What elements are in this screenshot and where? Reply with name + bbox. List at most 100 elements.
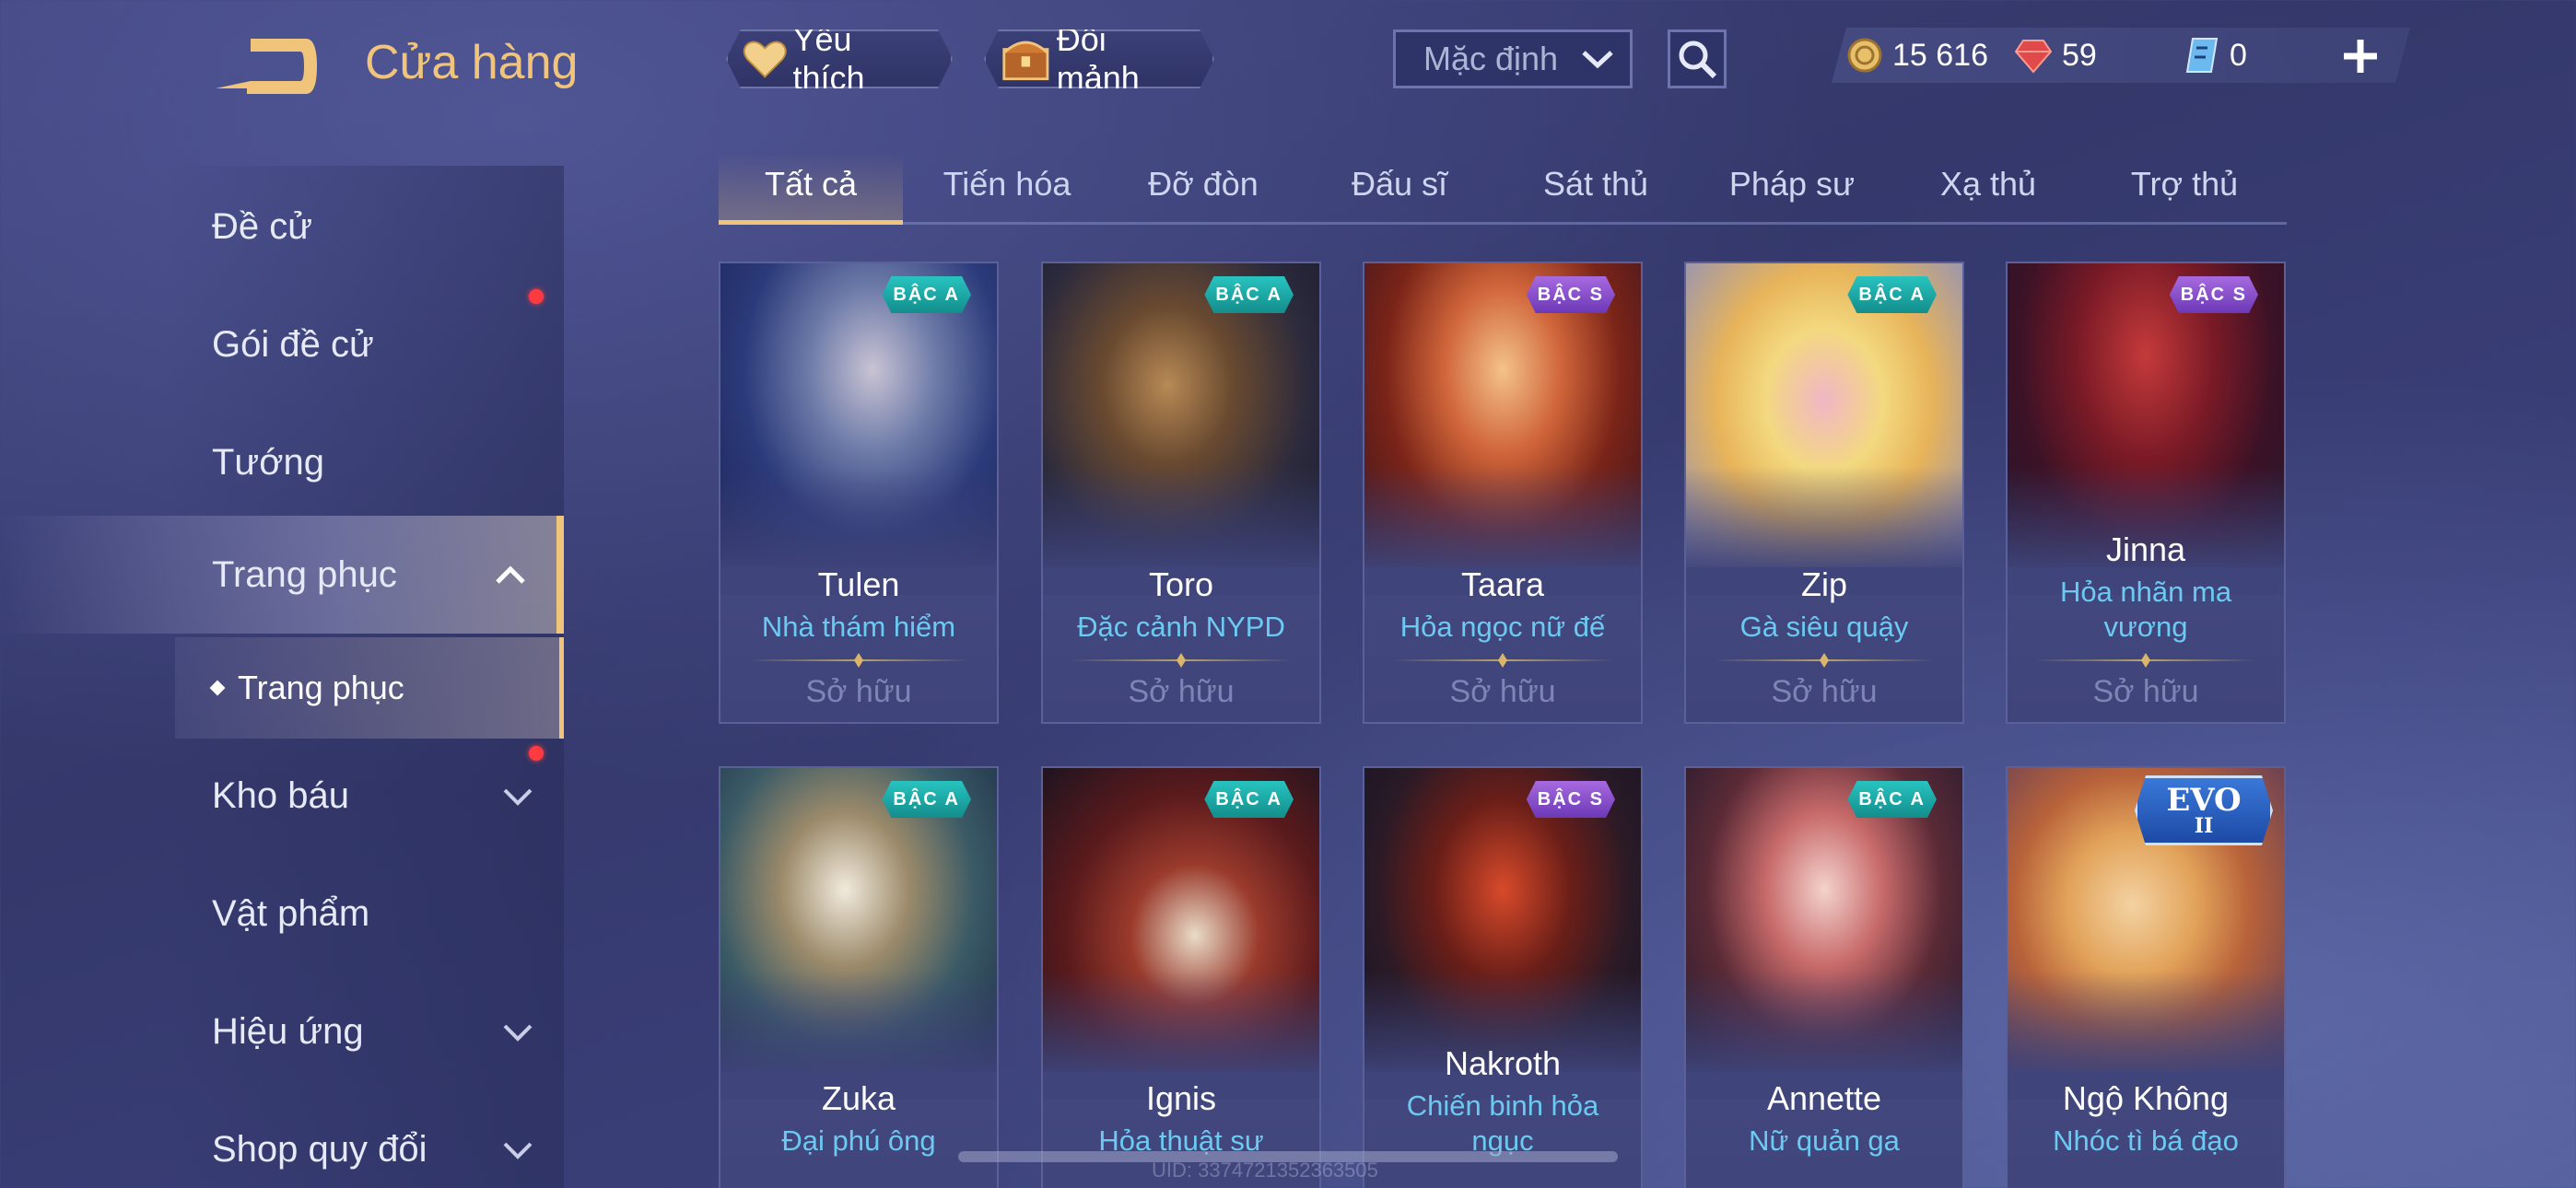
- gold-balance: 15 616: [1846, 31, 1988, 79]
- hero-name: Taara: [1460, 565, 1545, 603]
- skin-name: Gà siêu quậy: [1739, 611, 1909, 643]
- favorites-label: Yêu thích: [792, 20, 865, 97]
- hero-name: Zip: [1800, 565, 1847, 603]
- card-divider: [1392, 653, 1613, 668]
- evo-label: EVO: [2166, 782, 2242, 819]
- sort-dropdown[interactable]: Mặc định: [1393, 29, 1633, 88]
- search-button[interactable]: [1668, 29, 1727, 88]
- skin-name: Nhà thám hiểm: [761, 611, 956, 643]
- sidebar-item-label: Trang phục: [212, 553, 397, 595]
- sidebar-item-label: Vật phẩm: [212, 892, 370, 934]
- sidebar-item-skins[interactable]: Trang phục: [0, 516, 564, 634]
- skin-name: Đặc cảnh NYPD: [1077, 611, 1285, 643]
- skin-card-zip[interactable]: BẬC A Zip Gà siêu quậy Sở hữu: [1684, 262, 1964, 724]
- skin-card-ignis[interactable]: BẬC A Ignis Hỏa thuật sư: [1041, 766, 1321, 1188]
- sidebar-item-label: Shop quy đổi: [212, 1128, 427, 1170]
- sidebar-item-heroes[interactable]: Tướng: [0, 403, 564, 521]
- ruby-balance: 59: [2014, 31, 2097, 79]
- sidebar-item-featured-bundles[interactable]: Gói đề cử: [0, 285, 564, 403]
- sort-dropdown-value: Mặc định: [1423, 40, 1559, 77]
- tier-badge: BẬC A: [882, 781, 971, 818]
- sidebar-item-items[interactable]: Vật phẩm: [0, 855, 564, 973]
- skin-card-zuka[interactable]: BẬC A Zuka Đại phú ông: [719, 766, 999, 1188]
- voucher-balance: 0: [2184, 31, 2247, 79]
- skin-card-nakroth[interactable]: BẬC S Nakroth Chiến binh hỏa ngục: [1363, 766, 1643, 1188]
- ruby-amount: 59: [2062, 37, 2097, 73]
- skin-name: Nữ quản ga: [1749, 1124, 1900, 1157]
- evo-level: II: [2194, 814, 2214, 838]
- owned-status: Sở hữu: [2092, 674, 2199, 709]
- chevron-down-icon: [503, 1142, 533, 1159]
- notification-dot: [529, 289, 544, 304]
- skin-name: Đại phú ông: [781, 1124, 936, 1157]
- page-title: Cửa hàng: [365, 36, 579, 89]
- sidebar-item-effects[interactable]: Hiệu ứng: [0, 973, 564, 1090]
- hero-name: Ignis: [1145, 1079, 1217, 1117]
- hero-name: Jinna: [2105, 530, 2186, 568]
- tier-badge: BẬC A: [1847, 781, 1937, 818]
- card-divider: [748, 653, 969, 668]
- tab-assassin[interactable]: Sát thủ: [1504, 153, 1688, 225]
- tier-badge: BẬC A: [1847, 276, 1937, 313]
- owned-status: Sở hữu: [1449, 674, 1556, 709]
- skin-card-taara[interactable]: BẬC S Taara Hỏa ngọc nữ đế Sở hữu: [1363, 262, 1643, 724]
- owned-status: Sở hữu: [1771, 674, 1878, 709]
- owned-status: Sở hữu: [1128, 674, 1235, 709]
- uid-watermark: UID: 3374721352363505: [1152, 1159, 1378, 1182]
- hero-name: Toro: [1148, 565, 1214, 603]
- exchange-fragments-button[interactable]: Đổi mảnh: [984, 29, 1214, 88]
- ruby-gem-icon: [2014, 40, 2053, 74]
- sidebar-subitem-skins[interactable]: Trang phục: [175, 637, 564, 739]
- tab-all[interactable]: Tất cả: [719, 153, 903, 225]
- treasure-chest-icon: [1001, 34, 1051, 84]
- tab-support[interactable]: Trợ thủ: [2092, 153, 2277, 225]
- sidebar-item-treasure[interactable]: Kho báu: [0, 737, 564, 855]
- chevron-up-icon: [496, 565, 525, 584]
- sidebar-item-label: Gói đề cử: [212, 323, 374, 365]
- hero-name: Zuka: [821, 1079, 896, 1117]
- evo-tier-badge: EVO II: [2135, 775, 2273, 845]
- sidebar-item-label: Đề cử: [212, 205, 313, 247]
- tab-fighter[interactable]: Đấu sĩ: [1307, 153, 1492, 225]
- sidebar-subitem-label: Trang phục: [238, 669, 404, 706]
- skin-card-ngo-khong[interactable]: EVO II Ngộ Không Nhóc tì bá đạo: [2006, 766, 2286, 1188]
- skin-name: Nhóc tì bá đạo: [2053, 1124, 2239, 1157]
- skin-name: Chiến binh hỏa ngục: [1406, 1089, 1599, 1157]
- tier-badge: BẬC S: [1527, 781, 1615, 818]
- card-divider: [1071, 653, 1292, 668]
- card-divider: [1714, 653, 1935, 668]
- chevron-down-icon: [503, 788, 533, 806]
- hero-name: Ngộ Không: [2062, 1079, 2230, 1117]
- add-currency-button[interactable]: [2340, 26, 2381, 89]
- sidebar-item-featured[interactable]: Đề cử: [0, 168, 564, 285]
- skin-card-tulen[interactable]: BẬC A Tulen Nhà thám hiểm Sở hữu: [719, 262, 999, 724]
- tier-badge: BẬC S: [2170, 276, 2258, 313]
- skin-card-annette[interactable]: BẬC A Annette Nữ quản ga: [1684, 766, 1964, 1188]
- voucher-icon: [2185, 38, 2219, 73]
- sidebar-item-label: Hiệu ứng: [212, 1010, 364, 1052]
- chevron-down-icon: [503, 1024, 533, 1042]
- search-icon: [1679, 41, 1717, 79]
- skin-card-jinna[interactable]: BẬC S Jinna Hỏa nhãn ma vương Sở hữu: [2006, 262, 2286, 724]
- back-icon[interactable]: [210, 35, 319, 98]
- voucher-amount: 0: [2230, 37, 2247, 73]
- notification-dot: [529, 746, 544, 761]
- sidebar-item-label: Kho báu: [212, 775, 350, 816]
- tab-marksman[interactable]: Xạ thủ: [1896, 153, 2080, 225]
- gold-coin-icon: [1847, 38, 1882, 73]
- tier-badge: BẬC A: [1204, 781, 1294, 818]
- tier-badge: BẬC A: [882, 276, 971, 313]
- sidebar: Đề cử Gói đề cử Tướng Trang phục Trang p…: [0, 166, 564, 1188]
- tier-badge: BẬC S: [1527, 276, 1615, 313]
- tab-tank[interactable]: Đỡ đòn: [1111, 153, 1295, 225]
- skin-card-toro[interactable]: BẬC A Toro Đặc cảnh NYPD Sở hữu: [1041, 262, 1321, 724]
- tier-badge: BẬC A: [1204, 276, 1294, 313]
- tab-mage[interactable]: Pháp sư: [1700, 153, 1884, 225]
- card-divider: [2035, 653, 2256, 668]
- favorites-button[interactable]: Yêu thích: [726, 29, 953, 88]
- skin-name: Hỏa nhãn ma vương: [2059, 576, 2232, 643]
- gold-amount: 15 616: [1892, 37, 1988, 73]
- sidebar-item-exchange-shop[interactable]: Shop quy đổi: [0, 1090, 564, 1188]
- tab-evolution[interactable]: Tiến hóa: [915, 153, 1099, 225]
- hero-name: Tulen: [817, 565, 900, 603]
